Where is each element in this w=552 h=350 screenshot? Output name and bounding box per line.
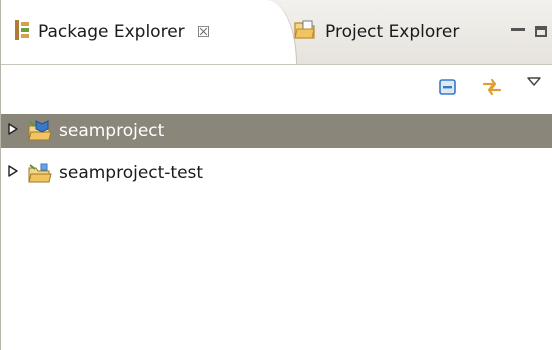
project-tree: seamproject seamproject-test xyxy=(1,110,552,350)
tree-item-seamproject[interactable]: seamproject xyxy=(1,114,552,148)
tab-package-explorer[interactable]: Package Explorer ☒ xyxy=(1,0,297,64)
seam-project-icon xyxy=(27,120,53,142)
view-tab-bar: Package Explorer ☒ Project Explorer xyxy=(1,0,552,65)
tab-package-explorer-label: Package Explorer xyxy=(38,22,185,42)
tab-project-explorer[interactable]: Project Explorer xyxy=(284,0,490,64)
tab-project-explorer-label: Project Explorer xyxy=(325,22,460,42)
link-with-editor-icon[interactable] xyxy=(481,76,503,98)
close-tab-icon[interactable]: ☒ xyxy=(197,23,210,41)
expand-arrow-icon[interactable] xyxy=(7,163,21,183)
minimize-icon[interactable] xyxy=(511,26,525,38)
maximize-icon[interactable] xyxy=(535,26,547,37)
collapse-all-icon[interactable] xyxy=(437,76,459,98)
tree-item-seamproject-test[interactable]: seamproject-test xyxy=(1,156,552,190)
view-menu-icon[interactable] xyxy=(526,73,548,95)
project-folder-icon xyxy=(27,162,53,184)
tree-item-label: seamproject xyxy=(59,121,165,141)
tree-item-label: seamproject-test xyxy=(59,163,204,183)
package-explorer-icon xyxy=(15,19,29,45)
package-explorer-view: Package Explorer ☒ Project Explorer seam… xyxy=(0,0,552,350)
view-window-controls xyxy=(511,26,547,38)
view-toolbar xyxy=(1,65,552,109)
expand-arrow-icon[interactable] xyxy=(7,121,21,141)
project-explorer-icon xyxy=(294,20,316,45)
